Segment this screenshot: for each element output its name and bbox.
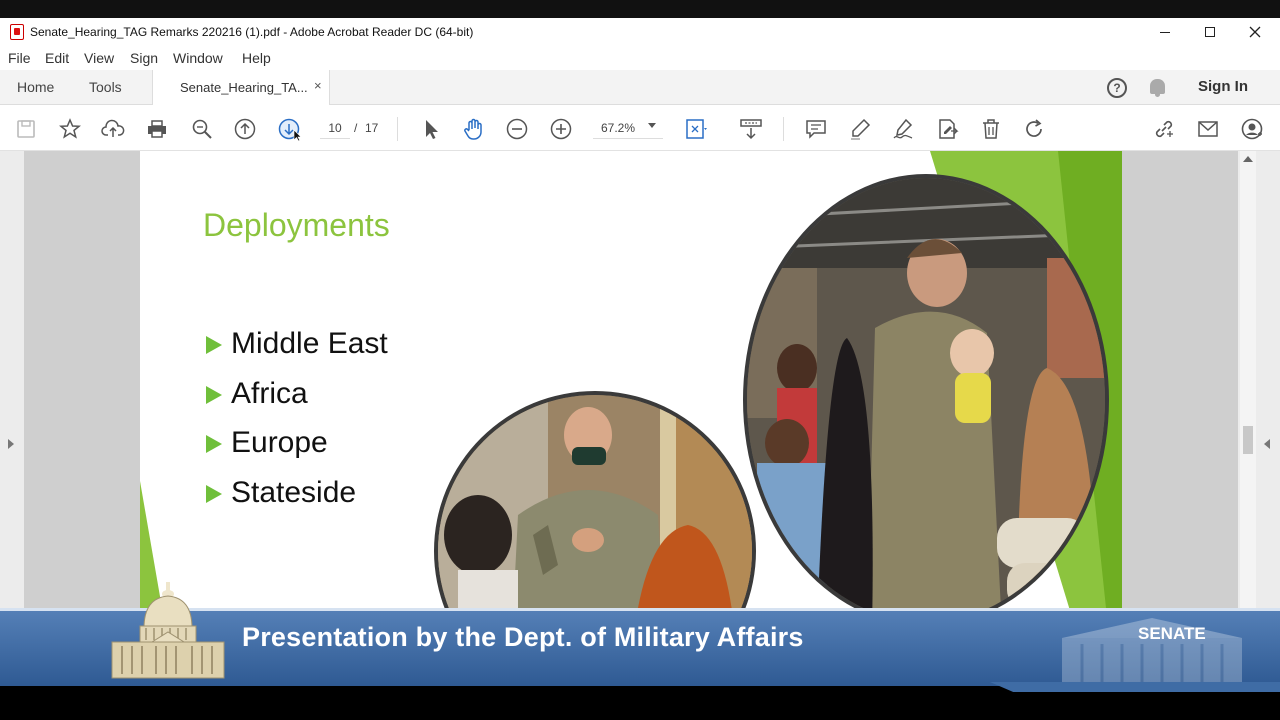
- zoom-out-icon[interactable]: [505, 117, 529, 141]
- toolbar-divider: [397, 117, 398, 141]
- minimize-icon: [1160, 31, 1170, 33]
- edit-pdf-icon[interactable]: [935, 117, 959, 141]
- toolbar: 10 / 17 67.2%: [0, 105, 1280, 151]
- select-cursor-icon[interactable]: [419, 117, 443, 141]
- title-bar: Senate_Hearing_TAG Remarks 220216 (1).pd…: [0, 18, 1280, 46]
- top-black-bar: [0, 0, 1280, 18]
- toolbar-divider: [783, 117, 784, 141]
- mail-icon[interactable]: [1196, 117, 1220, 141]
- chevron-down-icon[interactable]: [648, 123, 656, 128]
- menu-help[interactable]: Help: [242, 50, 271, 66]
- photo-officer-speaking: [434, 391, 756, 608]
- bullet-text: Europe: [231, 426, 328, 459]
- close-tab-icon[interactable]: ×: [314, 78, 322, 93]
- maximize-icon: [1205, 27, 1215, 37]
- banner-slant-accent: [990, 682, 1280, 692]
- menu-edit[interactable]: Edit: [45, 50, 69, 66]
- delete-icon[interactable]: [979, 117, 1003, 141]
- rotate-icon[interactable]: [1022, 117, 1046, 141]
- fit-page-icon[interactable]: [684, 117, 708, 141]
- zoom-level-select[interactable]: 67.2%: [593, 117, 663, 139]
- search-icon[interactable]: [190, 117, 214, 141]
- save-icon[interactable]: [14, 117, 38, 141]
- close-icon: [1249, 26, 1261, 38]
- link-icon[interactable]: [1152, 117, 1176, 141]
- bullet-arrow-icon: [206, 385, 222, 404]
- bullet-arrow-icon: [206, 484, 222, 503]
- acrobat-app-icon: [10, 24, 24, 40]
- notification-bell-icon[interactable]: [1150, 79, 1165, 97]
- slide-title: Deployments: [203, 207, 390, 243]
- photo-soldier-holding-baby: [743, 174, 1109, 608]
- vertical-scrollbar[interactable]: [1240, 151, 1256, 608]
- menu-sign[interactable]: Sign: [130, 50, 158, 66]
- bullet-text: Africa: [231, 376, 308, 410]
- expand-left-panel-icon[interactable]: [8, 439, 14, 449]
- minimize-button[interactable]: [1142, 21, 1188, 43]
- sign-icon[interactable]: [891, 117, 915, 141]
- zoom-in-icon[interactable]: [549, 117, 573, 141]
- bullet-arrow-icon: [206, 336, 222, 354]
- tab-document[interactable]: Senate_Hearing_TA... ×: [152, 70, 330, 105]
- page-total: 17: [365, 121, 379, 135]
- star-icon[interactable]: [58, 117, 82, 141]
- senate-label: SENATE: [1138, 624, 1206, 643]
- document-view[interactable]: Deployments Middle East Africa Europe St…: [0, 151, 1280, 608]
- tab-tools[interactable]: Tools: [89, 79, 122, 95]
- expand-right-panel-icon[interactable]: [1264, 439, 1270, 449]
- capitol-dome-logo: [111, 582, 225, 679]
- print-icon[interactable]: [145, 117, 169, 141]
- tab-bar: Home Tools Senate_Hearing_TA... × ? Sign…: [0, 70, 1280, 105]
- menu-window[interactable]: Window: [173, 50, 223, 66]
- sign-in-button[interactable]: Sign In: [1198, 78, 1248, 95]
- page-separator: /: [354, 121, 358, 135]
- close-window-button[interactable]: [1232, 21, 1278, 43]
- window-title: Senate_Hearing_TAG Remarks 220216 (1).pd…: [30, 25, 474, 39]
- document-tab-label: Senate_Hearing_TA...: [180, 80, 308, 95]
- highlight-icon[interactable]: [848, 117, 872, 141]
- page-up-icon[interactable]: [233, 117, 257, 141]
- maximize-button[interactable]: [1187, 21, 1233, 43]
- banner-title: Presentation by the Dept. of Military Af…: [242, 622, 804, 652]
- account-icon[interactable]: [1240, 117, 1264, 141]
- comment-icon[interactable]: [804, 117, 828, 141]
- bullet-text: Middle East: [231, 327, 388, 360]
- upload-icon[interactable]: [101, 117, 125, 141]
- video-frame: Senate_Hearing_TAG Remarks 220216 (1).pd…: [0, 0, 1280, 720]
- scroll-mode-icon[interactable]: [739, 117, 763, 141]
- scrollbar-thumb[interactable]: [1243, 426, 1253, 454]
- help-icon[interactable]: ?: [1107, 78, 1127, 98]
- tab-home[interactable]: Home: [17, 79, 54, 95]
- hand-icon[interactable]: [462, 117, 486, 141]
- menu-file[interactable]: File: [8, 50, 31, 66]
- acrobat-window: Senate_Hearing_TAG Remarks 220216 (1).pd…: [0, 18, 1280, 608]
- menu-bar: File Edit View Sign Window Help: [0, 46, 1280, 70]
- bullet-arrow-icon: [206, 435, 222, 453]
- pdf-page-slide: Deployments Middle East Africa Europe St…: [140, 151, 1122, 608]
- scroll-up-arrow-icon[interactable]: [1243, 156, 1253, 162]
- page-number-input[interactable]: 10: [320, 117, 350, 139]
- menu-view[interactable]: View: [84, 50, 114, 66]
- left-panel-gutter: [0, 151, 24, 608]
- page-down-icon[interactable]: [277, 117, 302, 142]
- bullet-text: Stateside: [231, 475, 357, 509]
